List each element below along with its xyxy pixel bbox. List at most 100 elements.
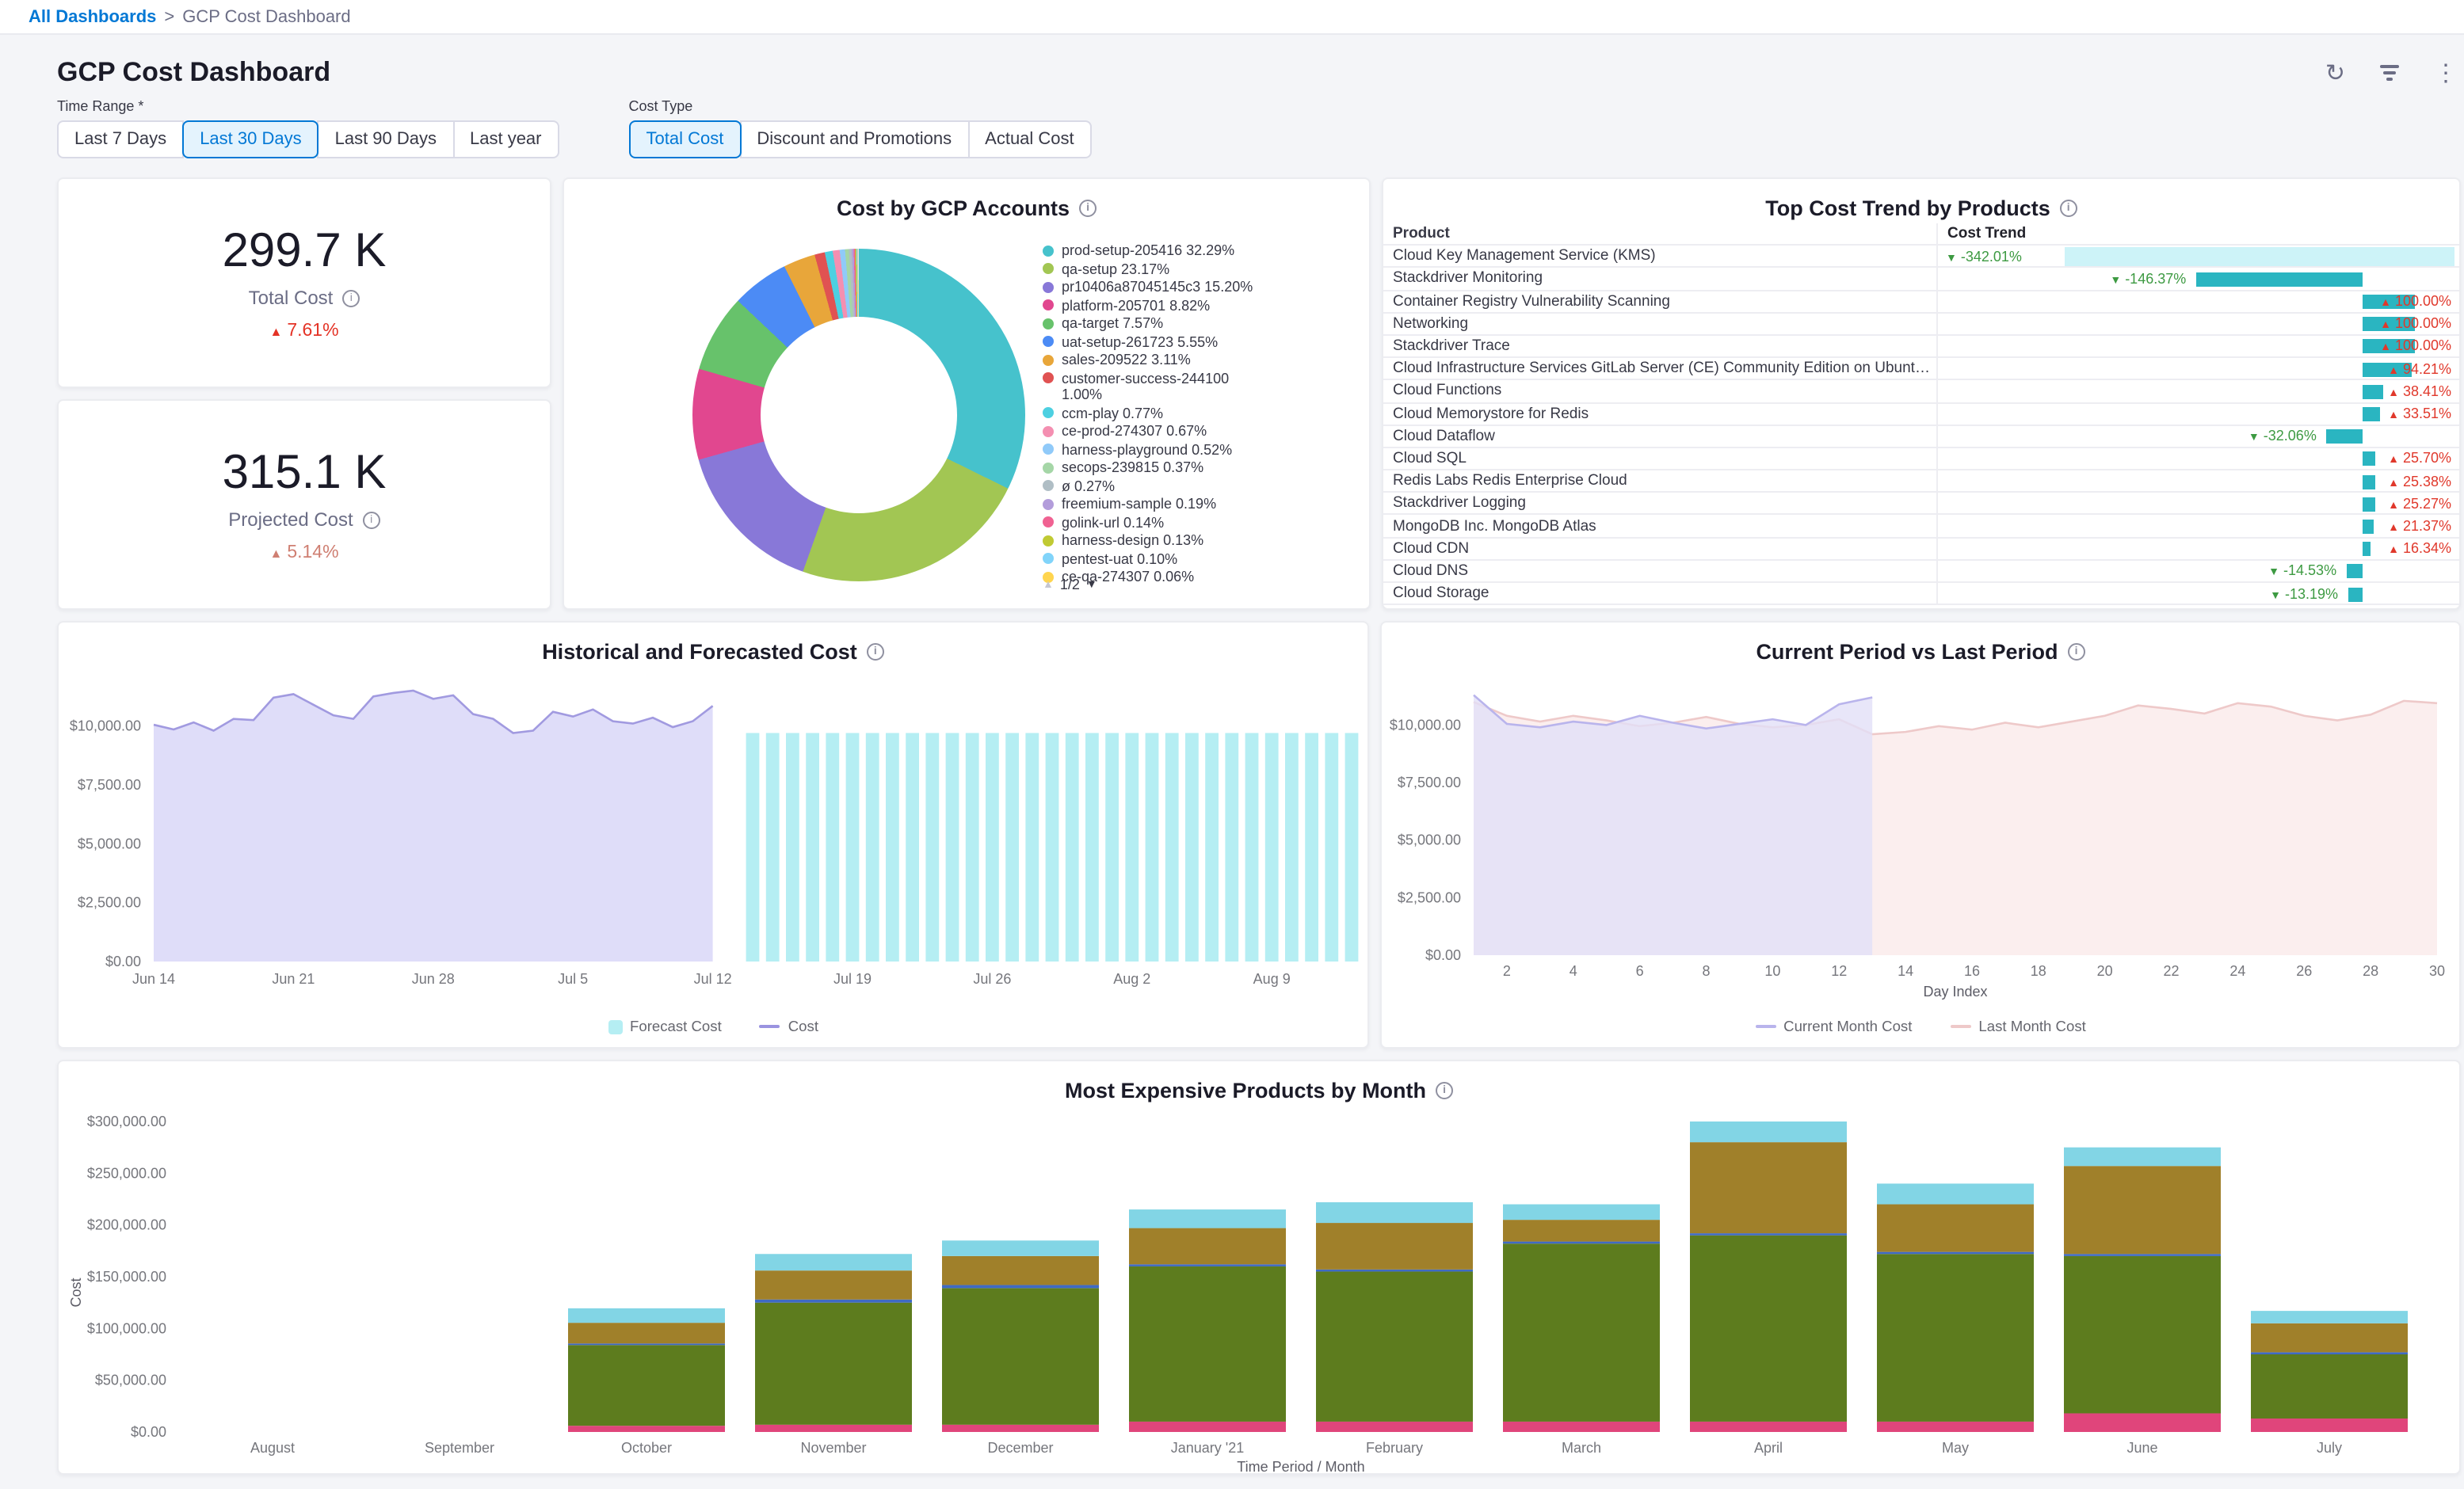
svg-text:Jun 21: Jun 21 [272,971,315,987]
legend-item[interactable]: ccm-play 0.77% [1043,405,1255,421]
legend-item[interactable]: Cost [760,1019,818,1034]
product-name: Cloud Dataflow [1383,428,1936,445]
svg-text:Jul 26: Jul 26 [973,971,1011,987]
projected-cost-card: 315.1 K Projected Cost i ▲ 5.14% [57,399,551,610]
cost-trend-cell: ▲ 100.00% [1936,336,2459,356]
legend-swatch [1043,425,1054,436]
table-row: Cloud DNS▼ -14.53% [1383,561,2459,583]
legend-item[interactable]: Forecast Cost [608,1019,722,1034]
trend-bar [2326,429,2363,444]
trend-value: ▲ 25.27% [2388,496,2451,512]
info-icon[interactable]: i [2068,642,2085,660]
svg-text:$100,000.00: $100,000.00 [87,1320,166,1336]
filter-icon[interactable] [2377,60,2402,86]
legend-item[interactable]: ce-prod-274307 0.67% [1043,423,1255,440]
trend-value: ▲ 100.00% [2380,293,2451,309]
legend-item[interactable]: sales-209522 3.11% [1043,352,1255,368]
trend-up-icon: ▲ [269,546,282,560]
trend-bar [2363,497,2376,512]
legend-item[interactable]: ø 0.27% [1043,478,1255,494]
legend-swatch [1043,263,1054,274]
legend-item[interactable]: prod-setup-205416 32.29% [1043,242,1255,259]
cost-trend-cell: ▼ -13.19% [1936,583,2459,604]
legend-label: ce-prod-274307 0.67% [1062,423,1207,440]
breadcrumb-all-dashboards[interactable]: All Dashboards [29,7,156,26]
cost-trend-cell: ▼ -14.53% [1936,561,2459,581]
svg-text:October: October [621,1440,672,1456]
cost-trend-cell: ▲ 38.41% [1936,381,2459,402]
legend-item[interactable]: harness-design 0.13% [1043,532,1255,549]
trend-value: ▼ -342.01% [1946,248,2022,264]
legend-item[interactable]: harness-playground 0.52% [1043,441,1255,458]
chart-legend: Forecast Cost Cost [59,1019,1367,1034]
legend-item[interactable]: Last Month Cost [1950,1019,2085,1034]
cost-trend-cell: ▲ 33.51% [1936,403,2459,424]
page-up-icon[interactable]: ▲ [1043,579,1054,590]
donut-chart [692,249,1025,581]
time-range-option-last-7-days[interactable]: Last 7 Days [57,120,184,158]
info-icon[interactable]: i [2060,199,2077,216]
legend-label: Forecast Cost [630,1019,722,1034]
legend-item[interactable]: pentest-uat 0.10% [1043,550,1255,567]
legend-item[interactable]: secops-239815 0.37% [1043,459,1255,476]
info-icon[interactable]: i [1079,199,1097,216]
svg-text:$7,500.00: $7,500.00 [1398,775,1461,790]
gcp-cost-dashboard: All Dashboards > GCP Cost Dashboard GCP … [0,0,2464,1489]
legend-item[interactable]: pr10406a87045145c3 15.20% [1043,279,1255,295]
svg-text:$5,000.00: $5,000.00 [1398,832,1461,848]
legend-swatch [1043,245,1054,256]
legend-swatch [1043,372,1054,383]
info-icon[interactable]: i [363,511,380,528]
more-options-icon[interactable]: ⋮ [2434,61,2458,85]
trend-bar [2363,452,2376,467]
info-icon[interactable]: i [342,289,360,307]
legend-item[interactable]: freemium-sample 0.19% [1043,496,1255,512]
donut-pagination: ▲ 1/2 ▼ [1043,577,1097,592]
time-range-option-last-year[interactable]: Last year [452,120,559,158]
cost-type-option-discount-and-promotions[interactable]: Discount and Promotions [739,120,969,158]
cost-trend-table: ProductCost TrendCloud Key Management Se… [1383,223,2459,605]
svg-text:June: June [2126,1440,2157,1456]
legend-label: freemium-sample 0.19% [1062,496,1216,512]
table-row: Cloud SQL▲ 25.70% [1383,448,2459,470]
kpi-label-text: Total Cost [249,287,334,309]
cost-trend-cell: ▲ 16.34% [1936,538,2459,558]
svg-text:Cost: Cost [68,1278,84,1307]
svg-text:September: September [425,1440,494,1456]
legend-item[interactable]: golink-url 0.14% [1043,514,1255,531]
breadcrumb-separator: > [164,7,174,26]
historical-forecast-chart: $10,000.00$7,500.00$5,000.00$2,500.00$0.… [62,667,1364,1003]
card-title-text: Historical and Forecasted Cost [542,639,857,663]
product-name: Stackdriver Logging [1383,495,1936,512]
time-range-option-last-30-days[interactable]: Last 30 Days [182,120,318,158]
legend-item[interactable]: qa-target 7.57% [1043,315,1255,332]
info-icon[interactable]: i [1436,1081,1453,1099]
trend-value: ▼ -13.19% [2270,585,2338,601]
card-title-text: Current Period vs Last Period [1756,639,2058,663]
trend-bar [2348,587,2363,601]
legend-item[interactable]: customer-success-244100 1.00% [1043,370,1255,403]
refresh-icon[interactable]: ↻ [2325,61,2345,85]
legend-item[interactable]: qa-setup 23.17% [1043,261,1255,277]
legend-swatch [1043,407,1054,418]
svg-text:$10,000.00: $10,000.00 [1390,717,1461,733]
time-range-option-last-90-days[interactable]: Last 90 Days [318,120,454,158]
page-down-icon[interactable]: ▼ [1086,579,1097,590]
cost-type-option-total-cost[interactable]: Total Cost [629,120,742,158]
info-icon[interactable]: i [867,642,884,660]
table-row: Stackdriver Trace▲ 100.00% [1383,336,2459,358]
legend-swatch [1950,1025,1970,1029]
legend-item[interactable]: uat-setup-261723 5.55% [1043,333,1255,350]
legend-label: qa-target 7.57% [1062,315,1163,332]
legend-item[interactable]: Current Month Cost [1755,1019,1912,1034]
top-cost-trend-card: Top Cost Trend by Products i ProductCost… [1382,177,2461,610]
product-name: Cloud Storage [1383,585,1936,602]
cost-type-option-actual-cost[interactable]: Actual Cost [967,120,1092,158]
legend-item[interactable]: platform-205701 8.82% [1043,297,1255,314]
dashboard-toolbar: ↻ ⋮ [2325,60,2458,86]
trend-bar [2346,565,2363,579]
product-name: Networking [1383,315,1936,333]
product-name: Stackdriver Monitoring [1383,270,1936,288]
legend-label: harness-design 0.13% [1062,532,1203,549]
projected-cost-label: Projected Cost i [228,508,380,531]
